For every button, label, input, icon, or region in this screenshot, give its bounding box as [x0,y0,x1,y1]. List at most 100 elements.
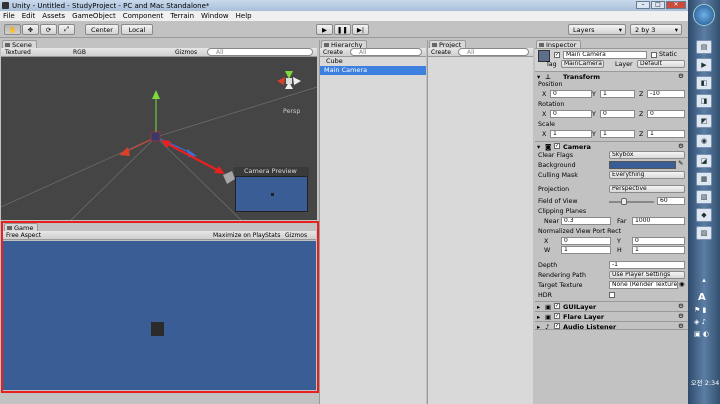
layout-dropdown[interactable]: 2 by 3 ▾ [630,24,682,35]
settings-gear-icon[interactable]: ⚙ [678,312,684,320]
pause-button[interactable]: ❚❚ [334,24,351,35]
start-orb-icon[interactable] [693,4,715,26]
unity-app-icon [2,2,9,9]
object-picker-icon[interactable]: ◉ [679,281,685,288]
tray-icons[interactable]: ▣ ◐ [694,330,709,338]
transform-header[interactable]: ▾ ⊥ Transform ⚙ [535,71,688,81]
maximize-button[interactable]: □ [651,1,665,9]
hierarchy-item-cube[interactable]: Cube [322,57,426,66]
pivot-center-button[interactable]: Center [85,24,119,35]
position-x-field[interactable]: 0 [550,90,592,98]
near-field[interactable]: 0.3 [561,217,611,225]
camera-enabled-checkbox[interactable]: ✓ [554,143,560,149]
media-player-icon[interactable]: ▶ [696,58,712,72]
shading-mode-dropdown[interactable]: Textured [5,49,31,56]
pivot-local-button[interactable]: Local [121,24,153,35]
scale-z-field[interactable]: 1 [647,130,685,138]
rotation-z-field[interactable]: 0 [647,110,685,118]
scale-tool-button[interactable]: ⤢ [58,24,75,35]
background-color-swatch[interactable] [609,161,676,169]
viewport-h-field[interactable]: 1 [632,246,685,254]
menu-assets[interactable]: Assets [42,12,65,20]
eyedropper-icon[interactable]: ✎ [678,160,683,167]
settings-gear-icon[interactable]: ⚙ [678,322,684,330]
settings-gear-icon[interactable]: ⚙ [678,302,684,310]
app-icon[interactable]: ◧ [696,76,712,90]
hierarchy-search-input[interactable]: All [350,48,422,56]
project-create-button[interactable]: Create [431,49,451,56]
scene-view[interactable]: Persp Camera Preview [1,57,317,220]
audio-listener-enabled-checkbox[interactable]: ✓ [554,323,560,329]
position-z-field[interactable]: -10 [647,90,685,98]
flare-layer-enabled-checkbox[interactable]: ✓ [554,313,560,319]
menu-edit[interactable]: Edit [22,12,36,20]
app-icon[interactable]: ◨ [696,94,712,108]
ime-indicator[interactable]: A [698,292,706,303]
viewport-y-field[interactable]: 0 [632,237,685,245]
rotation-x-field[interactable]: 0 [550,110,592,118]
play-button[interactable]: ▶ [316,24,333,35]
settings-gear-icon[interactable]: ⚙ [678,72,684,80]
rendering-path-dropdown[interactable]: Use Player Settings [609,271,685,279]
flare-layer-header[interactable]: ▸ ▣ ✓ Flare Layer ⚙ [535,311,688,321]
layer-dropdown[interactable]: Default [637,60,685,68]
scene-gizmos-dropdown[interactable]: Gizmos [175,49,197,56]
fov-slider-thumb[interactable] [620,198,627,205]
audio-listener-header[interactable]: ▸ ♪ ✓ Audio Listener ⚙ [535,321,688,331]
viewport-w-field[interactable]: 1 [561,246,611,254]
settings-gear-icon[interactable]: ⚙ [678,142,684,150]
depth-field[interactable]: -1 [609,261,685,269]
guilayer-enabled-checkbox[interactable]: ✓ [554,303,560,309]
scale-x-field[interactable]: 1 [550,130,592,138]
menu-gameobject[interactable]: GameObject [72,12,116,20]
menu-file[interactable]: File [3,12,15,20]
projection-dropdown[interactable]: Perspective [609,185,685,193]
guilayer-header[interactable]: ▸ ▣ ✓ GUILayer ⚙ [535,301,688,311]
target-texture-field[interactable]: None (Render Texture) [609,281,678,289]
position-y-field[interactable]: 1 [600,90,635,98]
move-tool-button[interactable]: ✥ [22,24,39,35]
tray-icons[interactable]: ◈ ♪ [694,318,706,326]
minimize-button[interactable]: – [636,1,650,9]
app-icon[interactable]: ◩ [696,114,712,128]
step-button[interactable]: ▶| [352,24,369,35]
app-icon[interactable]: ▦ [696,172,712,186]
tag-dropdown[interactable]: MainCamera [561,60,604,68]
explorer-icon[interactable]: ▤ [696,40,712,54]
menu-component[interactable]: Component [123,12,164,20]
culling-mask-dropdown[interactable]: Everything [609,171,685,179]
active-checkbox[interactable]: ✓ [554,52,560,58]
far-field[interactable]: 1000 [632,217,685,225]
app-icon[interactable]: ◪ [696,154,712,168]
tray-chevron-icon[interactable]: ▴ [692,276,716,284]
app-icon[interactable]: ▧ [696,190,712,204]
layers-dropdown[interactable]: Layers ▾ [568,24,626,35]
hierarchy-create-button[interactable]: Create [323,49,343,56]
rotation-y-field[interactable]: 0 [600,110,635,118]
scale-y-field[interactable]: 1 [600,130,635,138]
viewport-x-field[interactable]: 0 [561,237,611,245]
app-icon[interactable]: ▨ [696,226,712,240]
close-button[interactable]: ✕ [666,1,686,9]
rotate-tool-button[interactable]: ⟳ [40,24,57,35]
taskbar-clock[interactable]: 오전 2:34 [690,377,720,387]
fov-field[interactable]: 60 [657,197,685,205]
menu-window[interactable]: Window [201,12,229,20]
menu-terrain[interactable]: Terrain [170,12,194,20]
hand-tool-button[interactable]: ✋ [4,24,21,35]
render-mode-dropdown[interactable]: RGB [73,49,86,56]
unity-taskbar-icon[interactable]: ◆ [696,208,712,222]
project-search-input[interactable]: All [458,48,529,56]
menu-help[interactable]: Help [236,12,252,20]
scene-search-input[interactable]: All [207,48,313,56]
clear-flags-dropdown[interactable]: Skybox [609,151,685,159]
camera-title: Camera [563,143,591,151]
static-checkbox[interactable] [651,52,657,58]
hierarchy-item-main-camera[interactable]: Main Camera [320,66,426,75]
fov-slider-track[interactable] [609,201,654,203]
tray-icons[interactable]: ⚑ ▮ [694,306,706,314]
browser-icon[interactable]: ◉ [696,134,712,148]
hdr-checkbox[interactable] [609,292,615,298]
object-name-field[interactable]: Main Camera [563,51,647,59]
camera-header[interactable]: ▾ ◙ ✓ Camera ⚙ [535,141,688,151]
